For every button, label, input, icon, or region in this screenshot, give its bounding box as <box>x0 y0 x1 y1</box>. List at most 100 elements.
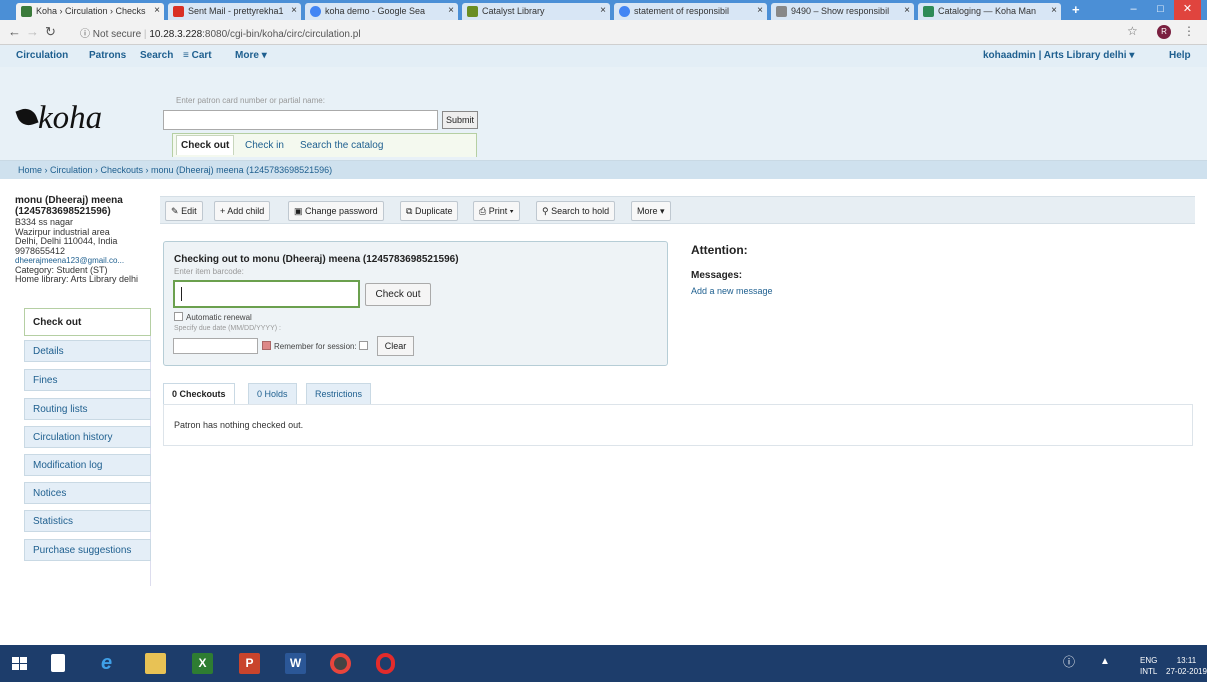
leftnav-notices[interactable]: Notices <box>24 482 151 504</box>
file-icon[interactable] <box>51 654 65 672</box>
user-label: kohaadmin | Arts Library delhi <box>983 50 1127 61</box>
maximize-icon[interactable]: □ <box>1147 0 1174 20</box>
copy-icon: ⧉ <box>406 206 413 216</box>
forward-icon[interactable]: → <box>26 24 39 39</box>
close-tab-icon[interactable]: × <box>1051 5 1057 16</box>
clear-button[interactable]: Clear <box>377 336 414 356</box>
language-code: ENG <box>1140 656 1158 665</box>
excel-icon[interactable]: X <box>192 653 213 674</box>
duplicate-button[interactable]: ⧉ Duplicate <box>400 201 459 221</box>
add-child-button[interactable]: + Add child <box>214 201 271 221</box>
tab-title: Koha › Circulation › Checks <box>36 6 146 16</box>
submit-button[interactable]: Submit <box>442 111 478 129</box>
help-link[interactable]: Help <box>1169 50 1191 61</box>
breadcrumb[interactable]: Home › Circulation › Checkouts › monu (D… <box>0 161 1207 179</box>
leftnav-circulation-history[interactable]: Circulation history <box>24 426 151 448</box>
file-explorer-icon[interactable] <box>145 653 166 674</box>
check-out-button[interactable]: Check out <box>365 283 431 306</box>
browser-tab[interactable]: 9490 – Show responsibil × <box>771 3 914 20</box>
word-icon[interactable]: W <box>285 653 306 674</box>
powerpoint-icon[interactable]: P <box>239 653 260 674</box>
profile-avatar[interactable]: R <box>1157 25 1171 39</box>
leftnav-details[interactable]: Details <box>24 340 151 362</box>
close-tab-icon[interactable]: × <box>757 5 763 16</box>
page-favicon-icon <box>776 6 787 17</box>
new-tab-button[interactable]: + <box>1072 2 1080 17</box>
calendar-icon[interactable] <box>262 341 271 350</box>
remember-session-option[interactable]: Remember for session: <box>274 341 371 351</box>
keyboard-layout: INTL <box>1140 667 1158 676</box>
change-password-label: Change password <box>305 206 378 216</box>
printer-icon: ⎙ <box>479 206 487 216</box>
edit-button[interactable]: ✎ Edit <box>165 201 203 221</box>
add-message-link[interactable]: Add a new message <box>691 286 773 296</box>
nav-search[interactable]: Search <box>140 50 173 61</box>
leftnav-fines[interactable]: Fines <box>24 369 151 391</box>
language-indicator[interactable]: ENG INTL <box>1140 657 1157 676</box>
close-tab-icon[interactable]: × <box>291 5 297 16</box>
nav-more[interactable]: More ▾ <box>235 50 267 61</box>
nav-cart[interactable]: ≡ Cart <box>183 50 212 61</box>
due-date-input[interactable] <box>173 338 258 354</box>
tab-title: 9490 – Show responsibil <box>791 6 890 16</box>
tab-check-in[interactable]: Check in <box>245 140 284 151</box>
auto-renewal-option[interactable]: Automatic renewal <box>174 312 252 322</box>
user-menu[interactable]: kohaadmin | Arts Library delhi ▾ <box>983 50 1134 61</box>
koha-logo[interactable]: koha <box>15 100 102 137</box>
back-icon[interactable]: ← <box>8 24 21 39</box>
nav-patrons[interactable]: Patrons <box>89 50 126 61</box>
more-button[interactable]: More ▾ <box>631 201 671 221</box>
reload-icon[interactable]: ↻ <box>45 24 56 40</box>
close-tab-icon[interactable]: × <box>154 5 160 16</box>
leftnav-routing-lists[interactable]: Routing lists <box>24 398 151 420</box>
leftnav-modification-log[interactable]: Modification log <box>24 454 151 476</box>
messages-heading: Messages: <box>691 270 743 281</box>
tab-search-catalog[interactable]: Search the catalog <box>300 140 383 151</box>
browser-tab[interactable]: statement of responsibil × <box>614 3 767 20</box>
menu-dots-icon[interactable]: ⋮ <box>1183 24 1195 38</box>
patron-search-label: Enter patron card number or partial name… <box>176 96 325 105</box>
patron-search-input[interactable] <box>163 110 438 130</box>
leftnav-check-out[interactable]: Check out <box>24 308 151 336</box>
chrome-icon[interactable] <box>330 653 351 674</box>
browser-tab[interactable]: Cataloging — Koha Man × <box>918 3 1061 20</box>
browser-tab[interactable]: Sent Mail - prettyrekha1 × <box>168 3 301 20</box>
print-button[interactable]: ⎙ Print ▾ <box>473 201 520 221</box>
opera-icon[interactable] <box>376 653 395 674</box>
nav-circulation[interactable]: Circulation <box>16 50 68 61</box>
patron-library: Home library: Arts Library delhi <box>15 274 139 284</box>
clock[interactable]: 13:11 27-02-2019 <box>1166 657 1207 676</box>
leftnav-statistics[interactable]: Statistics <box>24 510 151 532</box>
gmail-favicon-icon <box>173 6 184 17</box>
remember-label: Remember for session: <box>274 342 357 351</box>
remember-checkbox[interactable] <box>358 341 368 350</box>
windows-start-icon[interactable] <box>12 657 27 670</box>
url-host: 10.28.3.228 <box>149 29 203 40</box>
bookmark-star-icon[interactable]: ☆ <box>1127 24 1138 38</box>
network-tray-icon[interactable]: ▲ <box>1100 657 1110 667</box>
window-close-icon[interactable]: ✕ <box>1174 0 1201 20</box>
browser-tab[interactable]: Koha › Circulation › Checks × <box>16 3 164 20</box>
internet-explorer-icon[interactable]: e <box>96 653 117 674</box>
search-to-hold-button[interactable]: ⚲ Search to hold <box>536 201 616 221</box>
tab-holds[interactable]: 0 Holds <box>248 383 297 405</box>
leftnav-purchase-suggestions[interactable]: Purchase suggestions <box>24 539 151 561</box>
close-tab-icon[interactable]: × <box>904 5 910 16</box>
close-tab-icon[interactable]: × <box>448 5 454 16</box>
chevron-down-icon: ▾ <box>261 50 267 61</box>
browser-tab[interactable]: Catalyst Library × <box>462 3 610 20</box>
auto-renewal-checkbox[interactable] <box>174 312 183 321</box>
browser-tab[interactable]: koha demo - Google Sea × <box>305 3 458 20</box>
help-tray-icon[interactable]: ⓘ <box>1063 656 1075 668</box>
clock-date: 27-02-2019 <box>1166 667 1207 676</box>
tab-restrictions[interactable]: Restrictions <box>306 383 372 405</box>
tab-check-out[interactable]: Check out <box>176 135 235 155</box>
tab-checkouts[interactable]: 0 Checkouts <box>163 383 235 405</box>
info-icon[interactable]: ⓘ <box>80 29 90 40</box>
url-field[interactable]: ⓘ Not secure | 10.28.3.228:8080/cgi-bin/… <box>80 25 361 40</box>
change-password-button[interactable]: ▣ Change password <box>288 201 384 221</box>
cart-icon: ≡ <box>183 50 189 61</box>
minimize-icon[interactable]: – <box>1120 0 1147 20</box>
close-tab-icon[interactable]: × <box>600 5 606 16</box>
barcode-input[interactable] <box>173 280 360 308</box>
